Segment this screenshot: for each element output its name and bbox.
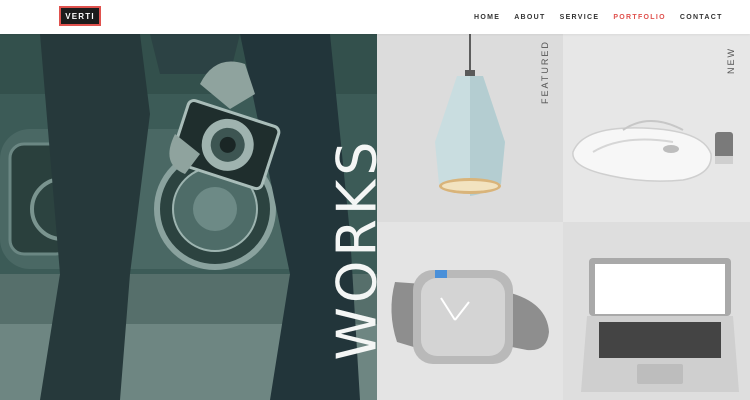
site-logo[interactable]: VERTI bbox=[59, 6, 101, 26]
nav-contact[interactable]: CONTACT bbox=[680, 14, 723, 21]
nav-about[interactable]: ABOUT bbox=[514, 14, 545, 21]
hero-image: WORKS bbox=[0, 34, 377, 400]
portfolio-item-laptop[interactable] bbox=[563, 222, 750, 400]
hero-title: WORKS bbox=[325, 137, 378, 361]
portfolio-item-watch[interactable] bbox=[377, 222, 563, 400]
lamp-image bbox=[435, 34, 505, 196]
site-header: VERTI HOME ABOUT SERVICE PORTFOLIO CONTA… bbox=[0, 0, 750, 34]
nav-home[interactable]: HOME bbox=[474, 14, 500, 21]
portfolio-item-mouse[interactable]: NEW bbox=[563, 34, 750, 222]
featured-label: FEATURED bbox=[540, 40, 550, 104]
hero-photo-illustration bbox=[0, 34, 377, 400]
nav-service[interactable]: SERVICE bbox=[560, 14, 600, 21]
watch-image bbox=[391, 270, 549, 364]
nav-portfolio[interactable]: PORTFOLIO bbox=[613, 14, 666, 21]
portfolio-item-lamp[interactable]: FEATURED bbox=[377, 34, 563, 222]
new-label: NEW bbox=[726, 47, 736, 74]
mouse-image bbox=[572, 120, 733, 182]
laptop-image bbox=[581, 258, 739, 392]
main-nav: HOME ABOUT SERVICE PORTFOLIO CONTACT bbox=[474, 0, 723, 34]
